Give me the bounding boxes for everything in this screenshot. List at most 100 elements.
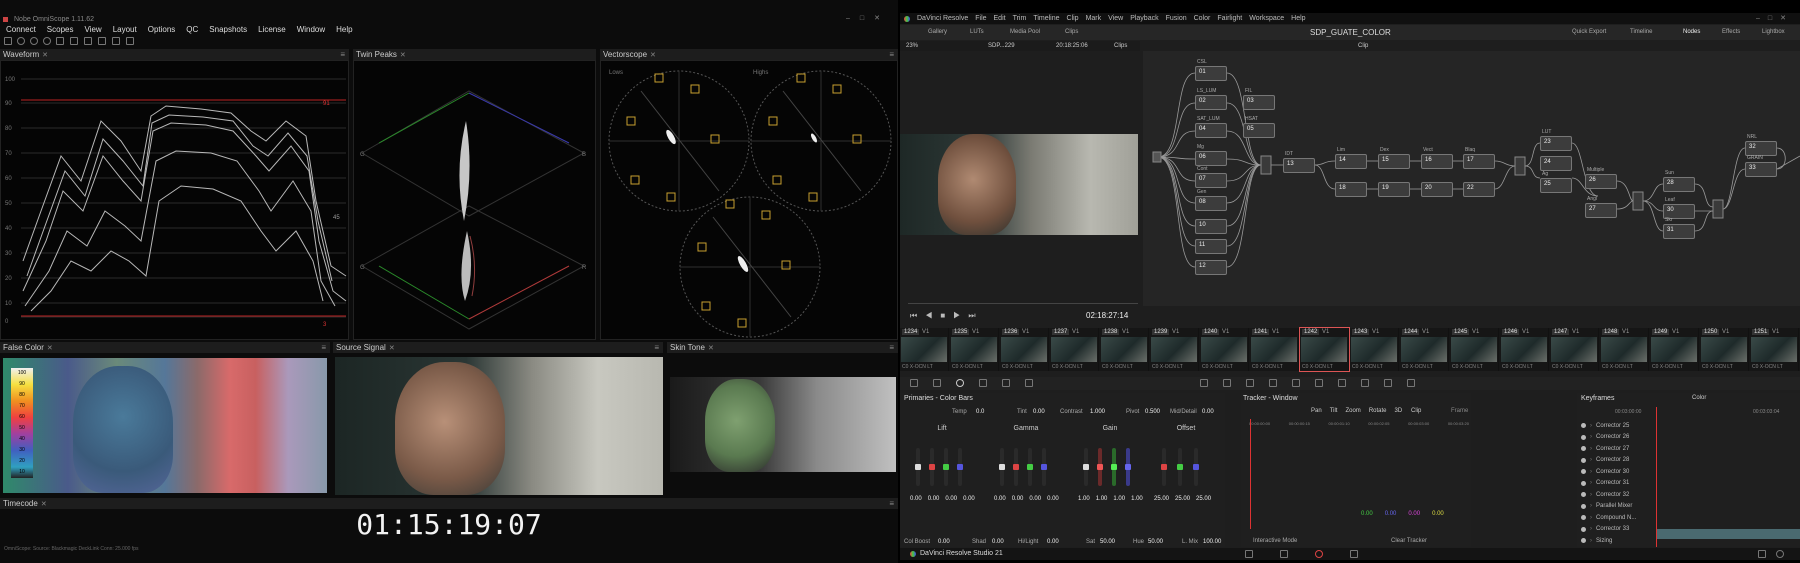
- keyframe-row[interactable]: › Corrector 31: [1577, 478, 1667, 490]
- 3d-icon[interactable]: [1407, 379, 1415, 387]
- menu-timeline[interactable]: Timeline: [1033, 15, 1059, 22]
- keyframe-row[interactable]: › Corrector 33: [1577, 524, 1667, 536]
- clip-thumbnail[interactable]: 1240 V1 C0 X-OCN LT: [1200, 328, 1249, 371]
- node-17[interactable]: Blaq 17: [1463, 147, 1495, 169]
- clip-thumbnail[interactable]: 1236 V1 C0 X-OCN LT: [1000, 328, 1049, 371]
- settings-icon[interactable]: [1776, 550, 1784, 558]
- color-wheels-icon[interactable]: [956, 379, 964, 387]
- panel-options-icon[interactable]: ≡: [340, 50, 345, 59]
- keyframe-row[interactable]: › Parallel Mixer: [1577, 501, 1667, 513]
- panel-options-icon[interactable]: ≡: [889, 499, 894, 508]
- mediapool-button[interactable]: Media Pool: [1010, 29, 1040, 35]
- clip-thumbnail[interactable]: 1243 V1 C0 X-OCN LT: [1350, 328, 1399, 371]
- close-icon[interactable]: ✕: [42, 51, 48, 59]
- cut-page-icon[interactable]: [1245, 550, 1253, 558]
- gain-r[interactable]: 1.00: [1096, 496, 1108, 502]
- eye-icon[interactable]: [1581, 446, 1586, 452]
- chevron-right-icon[interactable]: ›: [1590, 434, 1592, 440]
- node-08[interactable]: Gen 08: [1195, 189, 1227, 211]
- hdr-icon[interactable]: [979, 379, 987, 387]
- menu-connect[interactable]: Connect: [6, 25, 36, 34]
- motion-effects-icon[interactable]: [1025, 379, 1033, 387]
- project-title[interactable]: SDP_GUATE_COLOR: [1310, 28, 1391, 37]
- menu-edit[interactable]: Edit: [994, 15, 1006, 22]
- key-icon[interactable]: [1361, 379, 1369, 387]
- blur-icon[interactable]: [1338, 379, 1346, 387]
- chevron-right-icon[interactable]: ›: [1590, 492, 1592, 498]
- menu-scopes[interactable]: Scopes: [47, 25, 74, 34]
- pivot-value[interactable]: 0.500: [1145, 409, 1160, 415]
- clip-thumbnail[interactable]: 1239 V1 C0 X-OCN LT: [1150, 328, 1199, 371]
- tint-value[interactable]: 0.00: [1033, 409, 1045, 415]
- keyframes-mode[interactable]: Color: [1692, 395, 1706, 401]
- keyframe-row[interactable]: › Corrector 32: [1577, 489, 1667, 501]
- gain-b[interactable]: 1.00: [1131, 496, 1143, 502]
- eye-icon[interactable]: [1581, 469, 1586, 475]
- clip-thumbnail[interactable]: 1235 V1 C0 X-OCN LT: [950, 328, 999, 371]
- chevron-right-icon[interactable]: ›: [1590, 526, 1592, 532]
- viewer-mode[interactable]: Clips: [1114, 43, 1127, 49]
- chevron-right-icon[interactable]: ›: [1590, 469, 1592, 475]
- lift-b[interactable]: 0.00: [963, 496, 975, 502]
- menu-window[interactable]: Window: [297, 25, 325, 34]
- timeline-button[interactable]: Timeline: [1630, 29, 1652, 35]
- eye-icon[interactable]: [1581, 515, 1586, 521]
- gamma-y[interactable]: 0.00: [994, 496, 1006, 502]
- connect-icon[interactable]: [4, 37, 12, 45]
- lightbox-button[interactable]: Lightbox: [1762, 29, 1785, 35]
- node-15[interactable]: Dex 15: [1378, 147, 1410, 169]
- clip-thumbnail[interactable]: 1238 V1 C0 X-OCN LT: [1100, 328, 1149, 371]
- lift-g[interactable]: 0.00: [945, 496, 957, 502]
- clip-thumbnail[interactable]: 1234 V1 C0 X-OCN LT: [900, 328, 949, 371]
- tracker-mode[interactable]: Clip: [1411, 408, 1421, 414]
- close-icon[interactable]: ✕: [41, 500, 47, 508]
- tracker-playhead[interactable]: [1250, 419, 1251, 529]
- luts-button[interactable]: LUTs: [970, 29, 984, 35]
- rgb-mixer-icon[interactable]: [1002, 379, 1010, 387]
- hilight-value[interactable]: 0.00: [1047, 539, 1059, 545]
- menu-view[interactable]: View: [1108, 15, 1123, 22]
- close-icon[interactable]: ✕: [400, 51, 406, 59]
- clip-thumbnail[interactable]: 1250 V1 C0 X-OCN LT: [1700, 328, 1749, 371]
- node-07[interactable]: Cont 07: [1195, 166, 1227, 188]
- clip-thumbnail[interactable]: 1246 V1 C0 X-OCN LT: [1500, 328, 1549, 371]
- temp-value[interactable]: 0.0: [976, 409, 984, 415]
- chevron-right-icon[interactable]: ›: [1590, 480, 1592, 486]
- eye-icon[interactable]: [1581, 434, 1586, 440]
- viewer-scrubber[interactable]: [908, 303, 1138, 304]
- node-14[interactable]: Lim 14: [1335, 147, 1367, 169]
- clip-thumbnail[interactable]: 1244 V1 C0 X-OCN LT: [1400, 328, 1449, 371]
- keyframe-row[interactable]: › Corrector 25: [1577, 420, 1667, 432]
- panel-options-icon[interactable]: ≡: [321, 343, 326, 352]
- clip-thumbnail[interactable]: 1251 V1 C0 X-OCN LT: [1750, 328, 1799, 371]
- gamma-g[interactable]: 0.00: [1029, 496, 1041, 502]
- stop-icon[interactable]: ■: [940, 311, 953, 320]
- arrow-icon[interactable]: [98, 37, 106, 45]
- window-controls[interactable]: –□✕: [1756, 14, 1794, 22]
- quickexport-button[interactable]: Quick Export: [1572, 29, 1606, 35]
- node-13[interactable]: IDT 13: [1283, 151, 1315, 173]
- node-11[interactable]: 11: [1195, 239, 1227, 254]
- panel-options-icon[interactable]: ≡: [654, 343, 659, 352]
- effects-button[interactable]: Effects: [1722, 29, 1740, 35]
- lift-y[interactable]: 0.00: [910, 496, 922, 502]
- gamma-b[interactable]: 0.00: [1047, 496, 1059, 502]
- magic-mask-icon[interactable]: [1315, 379, 1323, 387]
- node-12[interactable]: 12: [1195, 260, 1227, 275]
- prev-frame-icon[interactable]: ◀: [925, 311, 940, 320]
- track-tilt-check[interactable]: Tilt: [1330, 408, 1338, 414]
- menu-snapshots[interactable]: Snapshots: [209, 25, 247, 34]
- clip-thumbnail[interactable]: 1248 V1 C0 X-OCN LT: [1600, 328, 1649, 371]
- clip-thumbnail[interactable]: 1241 V1 C0 X-OCN LT: [1250, 328, 1299, 371]
- node-23[interactable]: LUT 23: [1540, 129, 1572, 151]
- home-icon[interactable]: [1758, 550, 1766, 558]
- menu-playback[interactable]: Playback: [1130, 15, 1158, 22]
- node-06[interactable]: Mg 06: [1195, 144, 1227, 166]
- color-match-icon[interactable]: [933, 379, 941, 387]
- target-icon[interactable]: [43, 37, 51, 45]
- menu-file[interactable]: File: [975, 15, 986, 22]
- eye-icon[interactable]: [1581, 480, 1586, 486]
- node-graph-mode[interactable]: Clip: [1358, 43, 1368, 49]
- eye-icon[interactable]: [1581, 526, 1586, 532]
- node-01[interactable]: CSL 01: [1195, 59, 1227, 81]
